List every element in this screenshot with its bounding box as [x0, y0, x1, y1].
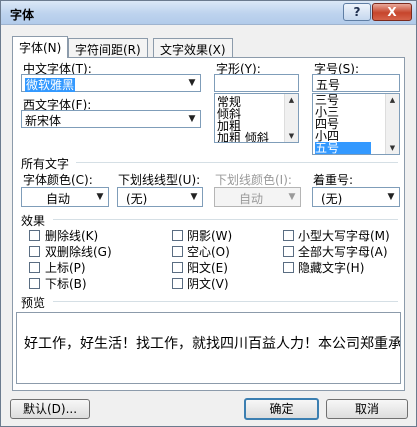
style-input[interactable]: [214, 74, 299, 92]
preview-box: 好工作，好生活！找工作，就找四川百益人力！本公司郑重承: [16, 312, 401, 384]
subscript-checkbox[interactable]: [29, 278, 40, 289]
strikethrough-label: 删除线(K): [45, 229, 99, 243]
engrave-checkbox[interactable]: [172, 278, 183, 289]
subscript-label: 下标(B): [45, 277, 87, 291]
small-caps-label: 小型大写字母(M): [298, 229, 390, 243]
underline-color-label: 下划线颜色(I):: [215, 173, 292, 187]
superscript-checkbox[interactable]: [29, 262, 40, 273]
style-scrollbar[interactable]: ▲ ▼: [284, 94, 298, 142]
tab-font[interactable]: 字体(N): [12, 36, 69, 58]
outline-checkbox[interactable]: [172, 246, 183, 257]
double-strikethrough-checkbox[interactable]: [29, 246, 40, 257]
default-button[interactable]: 默认(D)...: [10, 399, 90, 419]
all-text-heading: 所有文字: [21, 157, 70, 171]
scroll-up-icon[interactable]: ▲: [386, 94, 399, 106]
size-list[interactable]: 三号 小三 四号 小四 五号 ▲ ▼: [312, 93, 400, 155]
double-strikethrough-label: 双删除线(G): [45, 245, 112, 259]
style-list[interactable]: 常规 倾斜 加粗 加粗 倾斜 ▲ ▼: [214, 93, 299, 143]
tab-character-spacing[interactable]: 字符间距(R): [68, 38, 148, 57]
close-button[interactable]: X: [372, 3, 412, 21]
cancel-button[interactable]: 取消: [326, 399, 408, 419]
underline-style-value: (无): [126, 192, 148, 206]
help-button[interactable]: ?: [343, 3, 371, 21]
shadow-label: 阴影(W): [187, 229, 233, 243]
chinese-font-value: 微软雅黑: [25, 78, 76, 92]
superscript-label: 上标(P): [45, 261, 86, 275]
scroll-up-icon[interactable]: ▲: [285, 94, 298, 106]
underline-style-combo[interactable]: (无) ▼: [117, 187, 203, 207]
chinese-font-combo[interactable]: 微软雅黑 ▼: [21, 74, 201, 92]
emboss-label: 阳文(E): [187, 261, 228, 275]
window-title: 字体: [10, 8, 35, 22]
underline-style-label: 下划线线型(U):: [118, 173, 201, 187]
underline-color-combo: 自动 ▼: [214, 187, 301, 207]
chevron-down-icon[interactable]: ▼: [93, 190, 107, 204]
chevron-down-icon[interactable]: ▼: [384, 190, 398, 204]
hidden-label: 隐藏文字(H): [298, 261, 365, 275]
emphasis-label: 着重号:: [313, 173, 354, 187]
chevron-down-icon: ▼: [288, 192, 296, 202]
preview-heading: 预览: [21, 296, 46, 310]
shadow-checkbox[interactable]: [172, 230, 183, 241]
font-dialog: 字体 ? X 字体(N) 字符间距(R) 文字效果(X) 中文字体(T): 微软…: [0, 0, 417, 427]
divider: [53, 301, 398, 302]
ok-button[interactable]: 确定: [244, 398, 319, 420]
western-font-value: 新宋体: [25, 114, 62, 128]
hidden-checkbox[interactable]: [283, 262, 294, 273]
strikethrough-checkbox[interactable]: [29, 230, 40, 241]
all-caps-checkbox[interactable]: [283, 246, 294, 257]
all-caps-label: 全部大写字母(A): [298, 245, 388, 259]
style-option[interactable]: 加粗 倾斜: [217, 132, 269, 143]
tab-text-effects[interactable]: 文字效果(X): [153, 38, 233, 57]
western-font-combo[interactable]: 新宋体 ▼: [21, 110, 201, 128]
emphasis-value: (无): [321, 192, 343, 206]
preview-text: 好工作，好生活！找工作，就找四川百益人力！本公司郑重承: [24, 336, 401, 352]
outline-label: 空心(O): [187, 245, 230, 259]
engrave-label: 阴文(V): [187, 277, 229, 291]
scroll-down-icon[interactable]: ▼: [285, 130, 298, 142]
scroll-down-icon[interactable]: ▼: [386, 142, 399, 154]
emphasis-combo[interactable]: (无) ▼: [312, 187, 400, 207]
divider: [76, 162, 398, 163]
size-scrollbar[interactable]: ▲ ▼: [385, 94, 399, 154]
chevron-down-icon[interactable]: ▼: [185, 112, 199, 126]
effects-heading: 效果: [21, 214, 46, 228]
font-color-value: 自动: [46, 192, 71, 206]
title-bar: 字体 ? X: [1, 1, 416, 25]
chevron-down-icon[interactable]: ▼: [185, 76, 199, 90]
underline-color-value: 自动: [239, 192, 264, 206]
small-caps-checkbox[interactable]: [283, 230, 294, 241]
size-input[interactable]: 五号: [312, 74, 400, 92]
font-color-combo[interactable]: 自动 ▼: [21, 187, 109, 207]
size-option-selected[interactable]: 五号: [315, 142, 371, 154]
divider: [53, 219, 398, 220]
chevron-down-icon[interactable]: ▼: [187, 190, 201, 204]
emboss-checkbox[interactable]: [172, 262, 183, 273]
font-color-label: 字体颜色(C):: [23, 173, 93, 187]
